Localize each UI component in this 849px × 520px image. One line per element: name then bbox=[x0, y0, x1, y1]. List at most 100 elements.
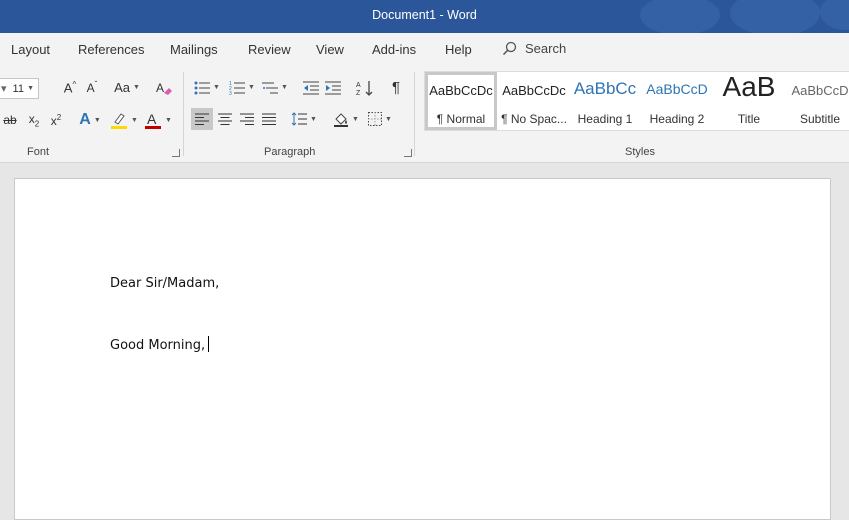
highlight-color-button[interactable]: ▼ bbox=[108, 110, 140, 130]
style-name: Subtitle bbox=[799, 112, 841, 126]
justify-icon bbox=[262, 113, 276, 125]
tell-me-search[interactable]: Search bbox=[502, 41, 566, 56]
text-cursor bbox=[208, 336, 210, 352]
style-no-spacing[interactable]: AaBbCcDc ¶ No Spac... bbox=[499, 72, 569, 130]
numbering-button[interactable]: 123 ▼ bbox=[227, 78, 257, 97]
decrease-indent-button[interactable] bbox=[301, 78, 321, 97]
font-size-box[interactable]: ▾ 11 ▼ bbox=[0, 78, 39, 99]
change-case-button[interactable]: Aa ▼ bbox=[111, 78, 143, 97]
styles-group-label: Styles bbox=[625, 146, 655, 158]
font-group-label: Font bbox=[27, 146, 50, 158]
sort-icon: AZ bbox=[356, 80, 374, 96]
strikethrough-button[interactable]: ab bbox=[0, 110, 20, 130]
style-name: ¶ No Spac... bbox=[501, 112, 567, 126]
font-color-button[interactable]: A ▼ bbox=[142, 110, 174, 130]
tab-layout[interactable]: Layout bbox=[11, 42, 50, 57]
grow-font-icon: A^ bbox=[63, 79, 77, 96]
chevron-down-icon: ▼ bbox=[213, 84, 220, 91]
shading-button[interactable]: ▼ bbox=[330, 108, 362, 130]
svg-text:Z: Z bbox=[356, 90, 361, 96]
chevron-down-icon: ▼ bbox=[310, 115, 317, 123]
tab-mailings[interactable]: Mailings bbox=[170, 42, 218, 57]
borders-icon bbox=[368, 112, 383, 126]
increase-indent-button[interactable] bbox=[323, 78, 343, 97]
style-heading-2[interactable]: AaBbCcD Heading 2 bbox=[643, 72, 711, 130]
tab-references[interactable]: References bbox=[78, 42, 144, 57]
font-dialog-launcher-icon[interactable] bbox=[172, 149, 180, 157]
font-color-icon: A bbox=[144, 111, 162, 129]
highlighter-icon bbox=[110, 111, 128, 129]
bullets-button[interactable]: ▼ bbox=[192, 78, 222, 97]
chevron-down-icon: ▼ bbox=[385, 115, 392, 123]
increase-indent-icon bbox=[325, 81, 341, 95]
show-formatting-marks-button[interactable]: ¶ bbox=[386, 78, 406, 97]
text-effects-icon: A bbox=[79, 111, 91, 128]
svg-text:3: 3 bbox=[229, 91, 232, 95]
svg-text:A: A bbox=[156, 81, 164, 95]
style-preview: AaBbCcDc bbox=[429, 83, 493, 98]
multilevel-list-button[interactable]: ▼ bbox=[260, 78, 290, 97]
styles-gallery: AaBbCcDc ¶ Normal AaBbCcDc ¶ No Spac... … bbox=[424, 71, 849, 131]
subscript-button[interactable]: x2 bbox=[24, 110, 44, 130]
pilcrow-icon: ¶ bbox=[391, 79, 401, 96]
paragraph-dialog-launcher-icon[interactable] bbox=[404, 149, 412, 157]
superscript-button[interactable]: x2 bbox=[46, 110, 66, 130]
sort-button[interactable]: AZ bbox=[354, 78, 376, 97]
style-subtitle[interactable]: AaBbCcD Subtitle bbox=[787, 72, 849, 130]
justify-button[interactable] bbox=[258, 108, 280, 130]
font-name-caret-icon: ▾ bbox=[1, 83, 7, 95]
multilevel-list-icon bbox=[262, 81, 279, 95]
paragraph-group-label: Paragraph bbox=[264, 146, 316, 158]
grow-font-button[interactable]: A^ bbox=[61, 78, 79, 97]
font-size-caret-icon: ▼ bbox=[27, 85, 34, 92]
search-label: Search bbox=[525, 41, 567, 56]
style-normal[interactable]: AaBbCcDc ¶ Normal bbox=[425, 72, 497, 130]
line-spacing-button[interactable]: ▼ bbox=[288, 108, 320, 130]
ribbon: ▾ 11 ▼ A^ Aˇ Aa ▼ A ab x2 x2 A ▼ ▼ A ▼ F… bbox=[0, 66, 849, 163]
align-left-button[interactable] bbox=[191, 108, 213, 130]
paint-bucket-icon bbox=[333, 111, 349, 127]
borders-button[interactable]: ▼ bbox=[364, 108, 396, 130]
document-page[interactable]: Dear Sir/Madam, Good Morning, bbox=[14, 178, 831, 520]
style-preview: AaB bbox=[722, 72, 776, 102]
decrease-indent-icon bbox=[303, 81, 319, 95]
window-title: Document1 - Word bbox=[372, 8, 477, 22]
style-title[interactable]: AaB Title bbox=[715, 72, 783, 130]
style-preview: AaBbCc bbox=[573, 79, 637, 98]
chevron-down-icon: ▼ bbox=[165, 116, 172, 124]
align-right-icon bbox=[240, 113, 254, 125]
salutation-text: Dear Sir/Madam, bbox=[110, 276, 220, 291]
tab-review[interactable]: Review bbox=[248, 42, 291, 57]
chevron-down-icon: ▼ bbox=[352, 115, 359, 123]
chevron-down-icon: ▼ bbox=[281, 84, 288, 91]
line-spacing-icon bbox=[291, 112, 308, 126]
style-preview: AaBbCcDc bbox=[502, 83, 566, 98]
text-effects-button[interactable]: A ▼ bbox=[74, 110, 106, 130]
document-line[interactable]: Good Morning, bbox=[110, 336, 210, 353]
chevron-down-icon: ▼ bbox=[132, 84, 140, 91]
tab-add-ins[interactable]: Add-ins bbox=[372, 42, 416, 57]
document-line[interactable]: Dear Sir/Madam, bbox=[110, 276, 219, 291]
clear-formatting-button[interactable]: A bbox=[154, 78, 174, 97]
group-divider bbox=[414, 72, 415, 156]
svg-text:A: A bbox=[356, 82, 361, 89]
bullets-icon bbox=[194, 81, 211, 95]
ribbon-tabs: Layout References Mailings Review View A… bbox=[0, 33, 849, 66]
style-name: Title bbox=[737, 112, 761, 126]
style-name: ¶ Normal bbox=[436, 112, 486, 126]
strikethrough-icon: ab bbox=[3, 113, 17, 127]
align-center-button[interactable] bbox=[214, 108, 236, 130]
font-size-value: 11 bbox=[12, 82, 24, 95]
align-right-button[interactable] bbox=[236, 108, 258, 130]
tab-help[interactable]: Help bbox=[445, 42, 472, 57]
shrink-font-button[interactable]: Aˇ bbox=[83, 78, 101, 97]
svg-text:A: A bbox=[147, 111, 157, 127]
numbering-icon: 123 bbox=[229, 81, 246, 95]
change-case-label: Aa bbox=[114, 80, 130, 95]
tab-view[interactable]: View bbox=[316, 42, 344, 57]
align-center-icon bbox=[218, 113, 232, 125]
chevron-down-icon: ▼ bbox=[131, 116, 138, 124]
align-left-icon bbox=[195, 113, 209, 125]
chevron-down-icon: ▼ bbox=[248, 84, 255, 91]
style-heading-1[interactable]: AaBbCc Heading 1 bbox=[571, 72, 639, 130]
